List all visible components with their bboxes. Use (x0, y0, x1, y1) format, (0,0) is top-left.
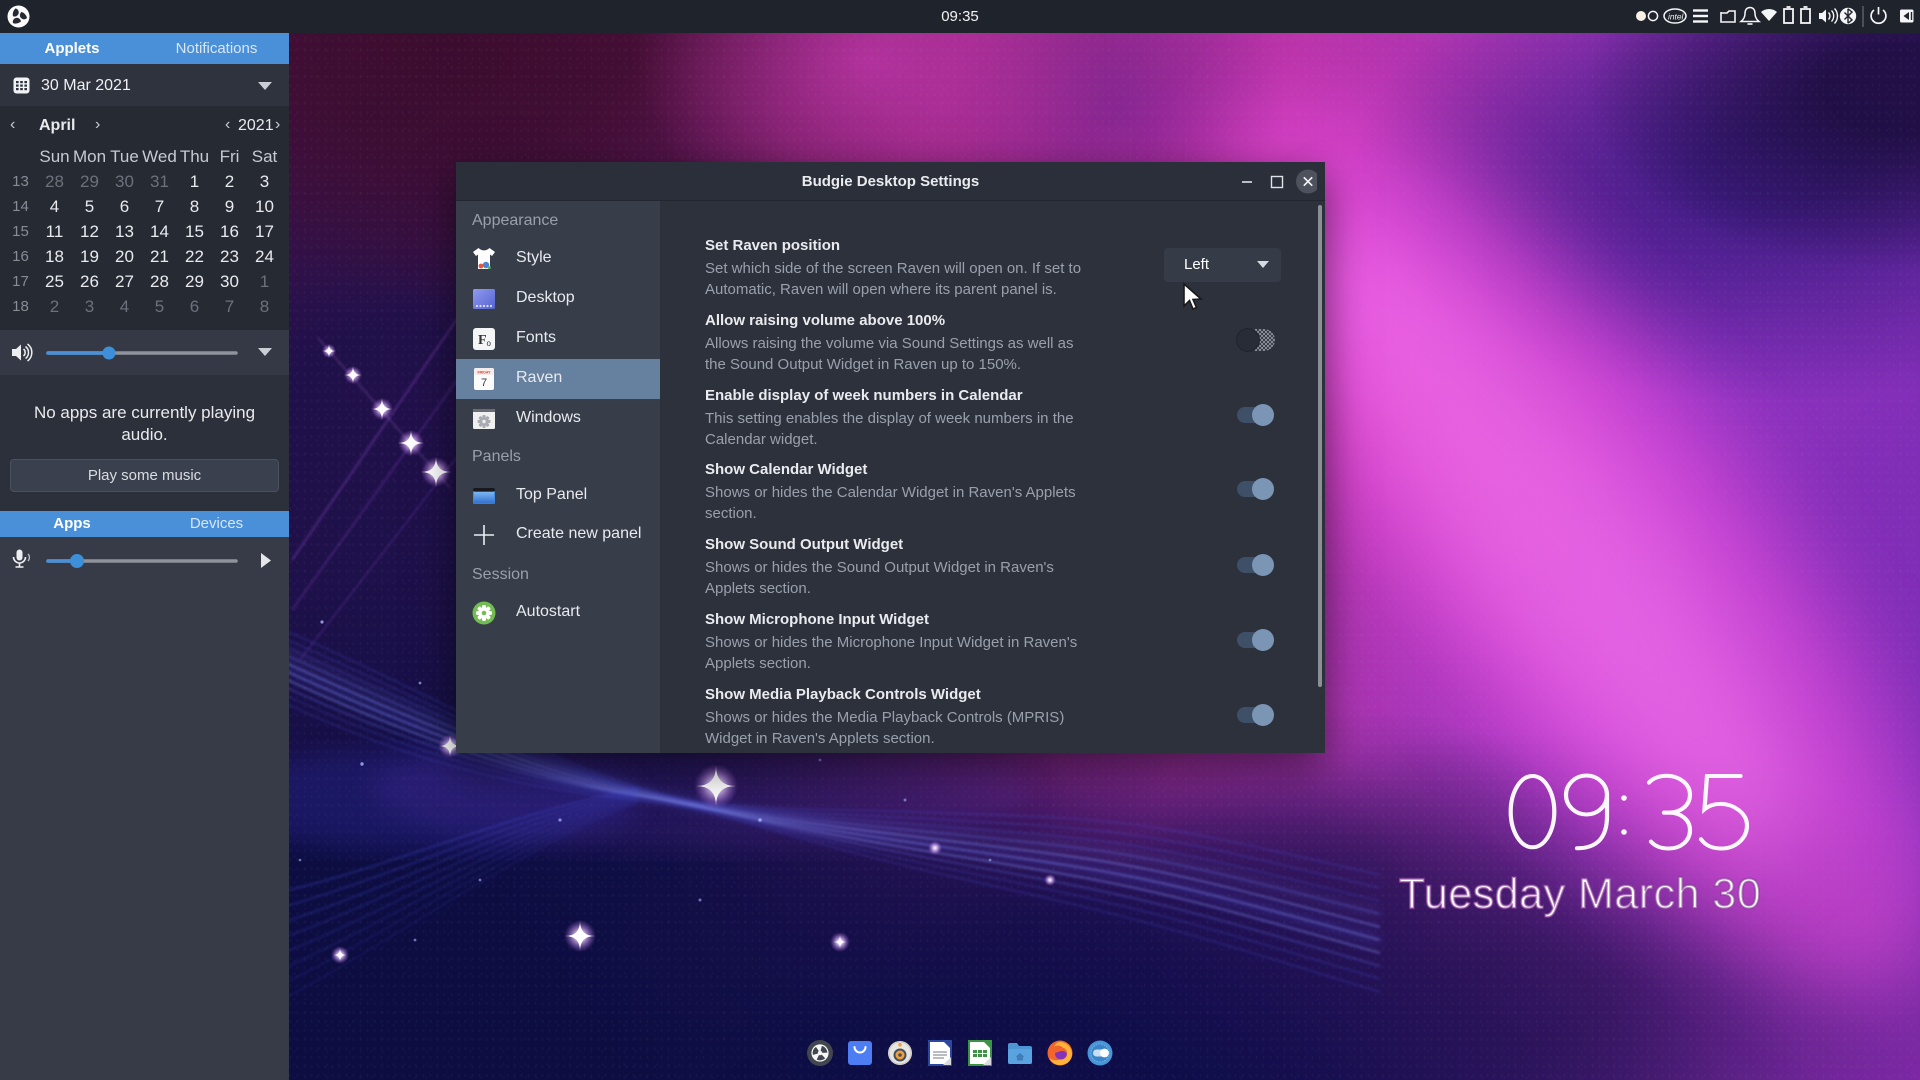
svg-text:o: o (487, 339, 492, 348)
svg-text:7: 7 (481, 377, 487, 389)
svg-text:FRIDAY: FRIDAY (477, 371, 491, 375)
svg-text:F: F (478, 333, 487, 348)
svg-text:intel: intel (1668, 12, 1685, 22)
